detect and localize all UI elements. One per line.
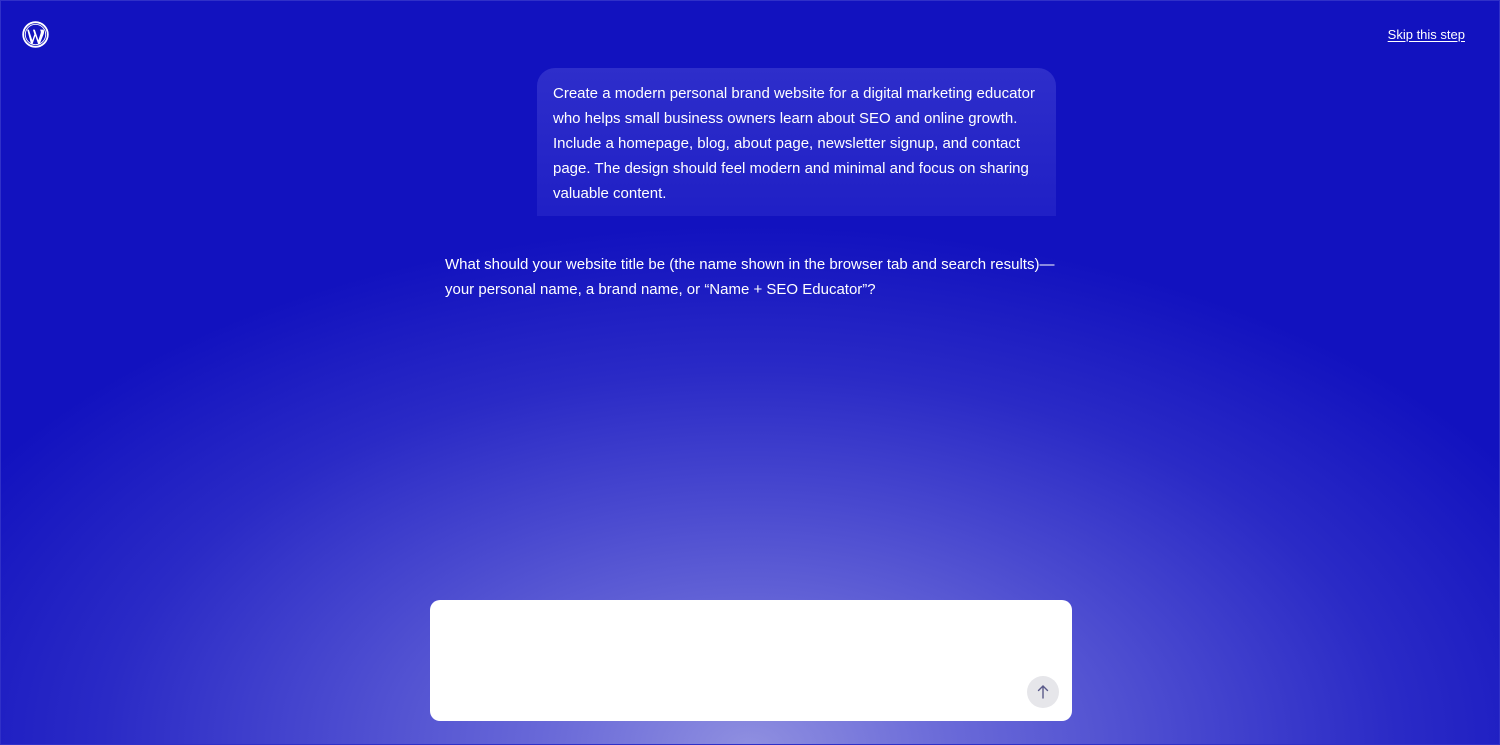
wordpress-logo-icon[interactable] [22, 21, 49, 48]
send-button[interactable] [1027, 676, 1059, 708]
assistant-message-text: What should your website title be (the n… [445, 256, 1055, 298]
message-composer [430, 600, 1072, 721]
user-message-text: Create a modern personal brand website f… [553, 85, 1035, 202]
assistant-message: What should your website title be (the n… [445, 252, 1065, 302]
skip-this-step-link[interactable]: Skip this step [1388, 27, 1465, 42]
user-message-bubble: Create a modern personal brand website f… [537, 68, 1056, 216]
message-input[interactable] [430, 600, 1010, 721]
arrow-up-icon [1036, 684, 1050, 700]
